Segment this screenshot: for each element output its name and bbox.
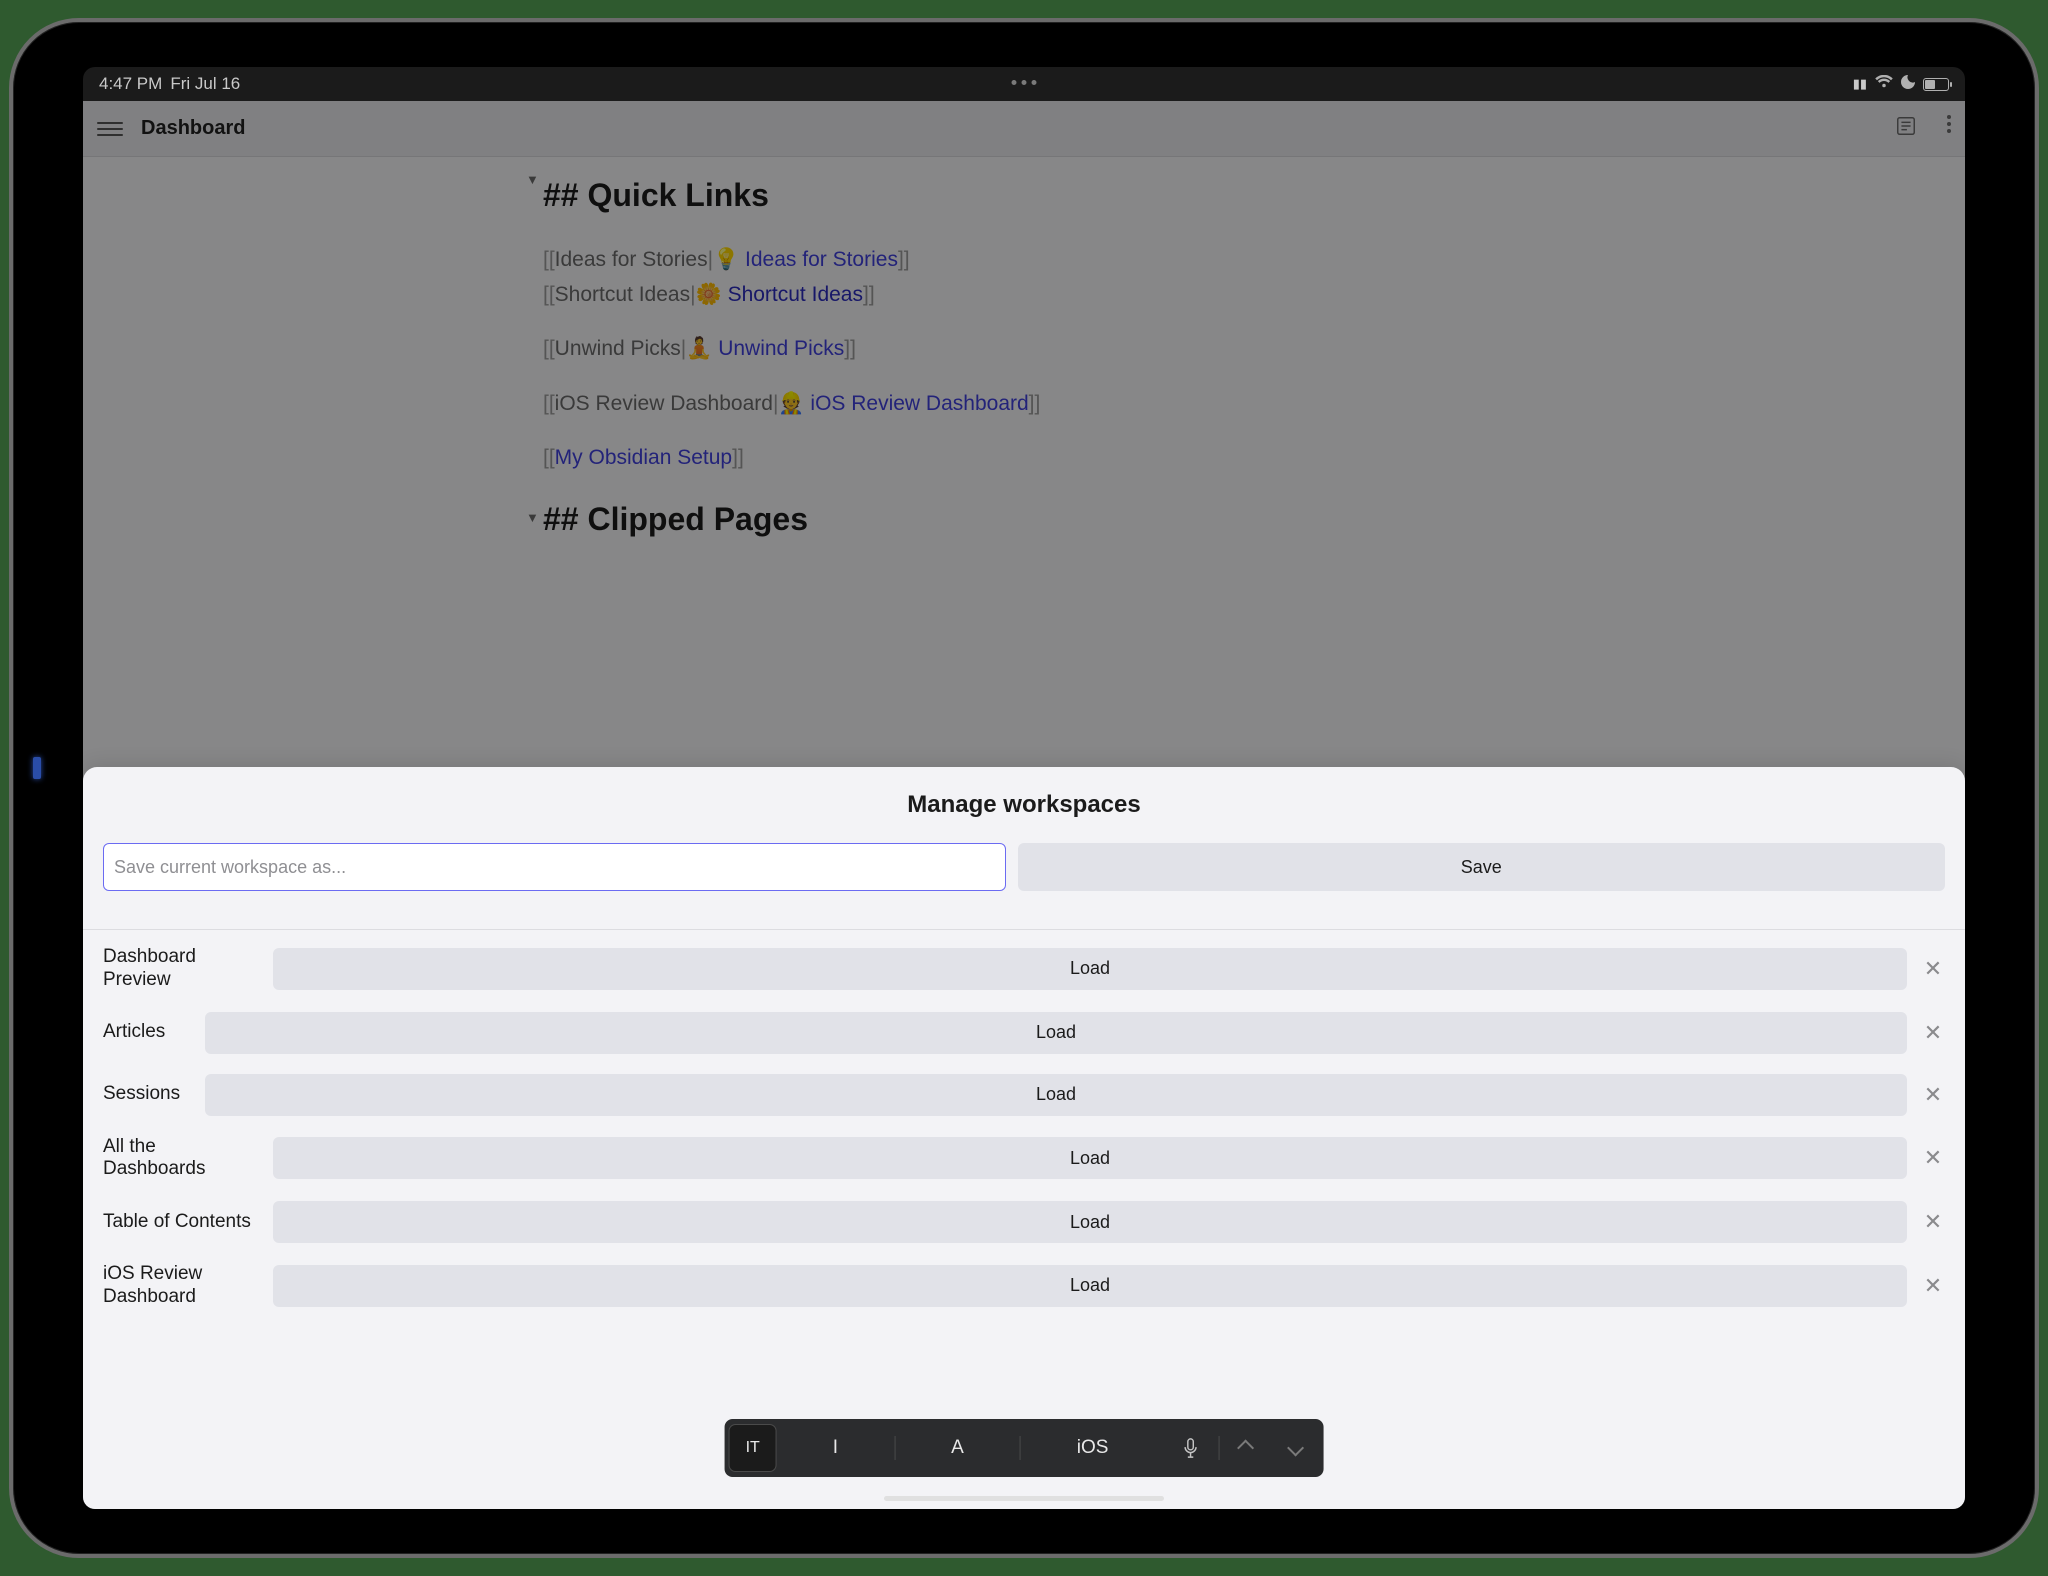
status-right: ▮▮: [1853, 74, 1949, 94]
workspace-name-input[interactable]: [103, 843, 1006, 891]
load-button[interactable]: Load: [205, 1012, 1907, 1054]
wikilink-line[interactable]: [[Ideas for Stories|💡 Ideas for Stories]…: [543, 244, 1443, 277]
more-icon[interactable]: [1947, 115, 1951, 142]
app-header: Dashboard: [83, 101, 1965, 157]
redo-button[interactable]: [1271, 1424, 1319, 1472]
suggestion-2[interactable]: A: [897, 1424, 1018, 1472]
workspace-name: All the Dashboards: [103, 1136, 259, 1182]
reader-icon[interactable]: [1895, 115, 1917, 142]
side-indicator: [33, 757, 41, 779]
divider: [83, 929, 1965, 930]
workspace-row: Sessions Load ✕: [103, 1068, 1945, 1122]
fold-icon[interactable]: ▼: [526, 510, 539, 525]
signal-icon: ▮▮: [1853, 76, 1867, 92]
section-heading: ## Clipped Pages: [543, 501, 1443, 538]
ipad-frame: 4:47 PM Fri Jul 16 ▮▮ Dashboard: [9, 18, 2039, 1558]
section-heading: ## Quick Links: [543, 177, 1443, 214]
modal-title: Manage workspaces: [103, 791, 1945, 819]
status-time: 4:47 PM: [99, 74, 162, 94]
wikilink-line[interactable]: [[iOS Review Dashboard|👷 iOS Review Dash…: [543, 388, 1443, 421]
mic-icon[interactable]: [1164, 1424, 1216, 1472]
fold-icon[interactable]: ▼: [526, 172, 539, 187]
menu-icon[interactable]: [97, 122, 123, 136]
workspace-row: Table of Contents Load ✕: [103, 1195, 1945, 1249]
load-button[interactable]: Load: [273, 1137, 1907, 1179]
load-button[interactable]: Load: [205, 1074, 1907, 1116]
wikilink-line[interactable]: [[Shortcut Ideas|🌼 Shortcut Ideas]]: [543, 279, 1443, 312]
workspace-list: Dashboard Preview Load ✕ Articles Load ✕…: [103, 940, 1945, 1315]
workspace-name: iOS Review Dashboard: [103, 1263, 259, 1309]
delete-workspace-icon[interactable]: ✕: [1921, 1021, 1945, 1045]
workspace-name: Dashboard Preview: [103, 946, 259, 992]
status-date: Fri Jul 16: [170, 74, 240, 94]
keyboard-shortcut-bar[interactable]: IT I A iOS: [725, 1419, 1324, 1477]
wikilink-line[interactable]: [[Unwind Picks|🧘 Unwind Picks]]: [543, 333, 1443, 366]
workspace-name: Articles: [103, 1021, 191, 1044]
separator: [1020, 1436, 1021, 1460]
wifi-icon: [1875, 74, 1893, 94]
workspace-name: Table of Contents: [103, 1211, 259, 1234]
multitask-dots-icon[interactable]: [1012, 80, 1037, 85]
wikilink-line[interactable]: [[My Obsidian Setup]]: [543, 442, 1443, 475]
page-title: Dashboard: [141, 117, 245, 140]
load-button[interactable]: Load: [273, 948, 1907, 990]
workspace-row: Articles Load ✕: [103, 1006, 1945, 1060]
suggestion-1[interactable]: I: [779, 1424, 892, 1472]
manage-workspaces-modal: Manage workspaces Save Dashboard Preview…: [83, 767, 1965, 1509]
delete-workspace-icon[interactable]: ✕: [1921, 1210, 1945, 1234]
keyboard-lang-button[interactable]: IT: [729, 1424, 777, 1472]
status-bar: 4:47 PM Fri Jul 16 ▮▮: [83, 67, 1965, 101]
workspace-row: All the Dashboards Load ✕: [103, 1130, 1945, 1188]
separator: [1218, 1436, 1219, 1460]
suggestion-3[interactable]: iOS: [1023, 1424, 1163, 1472]
delete-workspace-icon[interactable]: ✕: [1921, 957, 1945, 981]
screen: 4:47 PM Fri Jul 16 ▮▮ Dashboard: [83, 67, 1965, 1509]
save-button[interactable]: Save: [1018, 843, 1945, 891]
workspace-name: Sessions: [103, 1083, 191, 1106]
delete-workspace-icon[interactable]: ✕: [1921, 1146, 1945, 1170]
battery-icon: [1923, 78, 1949, 91]
undo-button[interactable]: [1221, 1424, 1269, 1472]
load-button[interactable]: Load: [273, 1265, 1907, 1307]
workspace-row: iOS Review Dashboard Load ✕: [103, 1257, 1945, 1315]
home-indicator[interactable]: [884, 1496, 1164, 1501]
moon-icon: [1901, 74, 1915, 94]
workspace-row: Dashboard Preview Load ✕: [103, 940, 1945, 998]
separator: [894, 1436, 895, 1460]
delete-workspace-icon[interactable]: ✕: [1921, 1083, 1945, 1107]
load-button[interactable]: Load: [273, 1201, 1907, 1243]
delete-workspace-icon[interactable]: ✕: [1921, 1274, 1945, 1298]
